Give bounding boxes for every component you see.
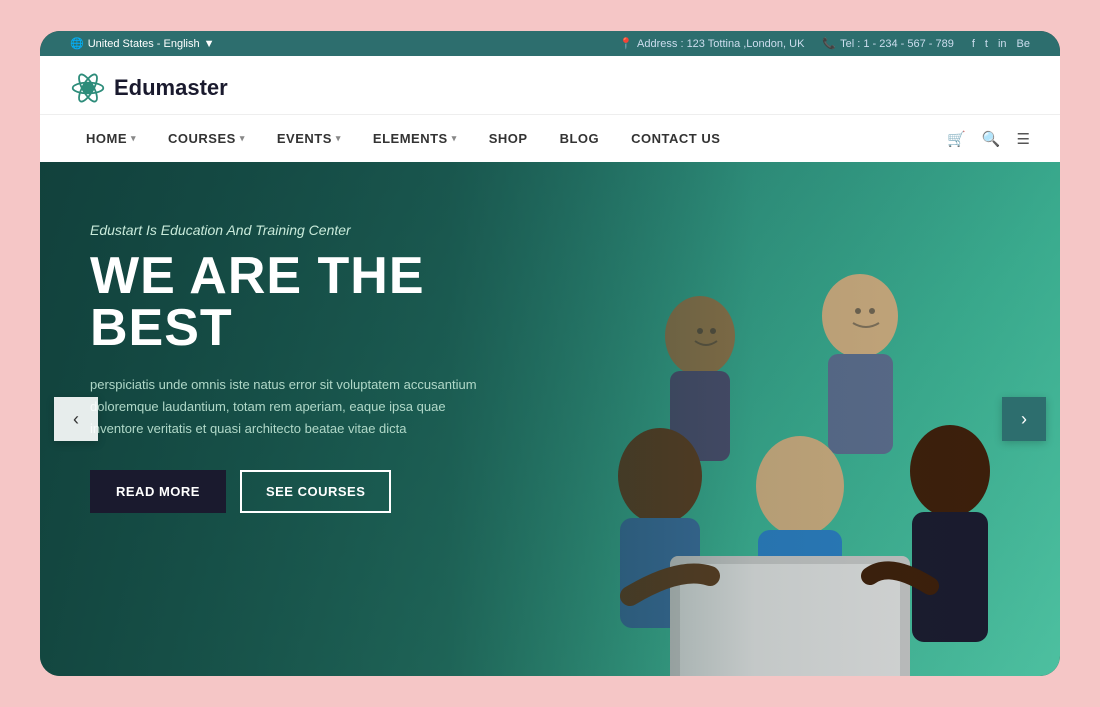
hero-title: WE ARE THE BEST: [90, 250, 550, 354]
facebook-icon[interactable]: f: [972, 38, 975, 50]
search-icon[interactable]: 🔍: [982, 130, 1001, 148]
slider-next-button[interactable]: ›: [1002, 397, 1046, 441]
language-label: United States - English: [88, 38, 200, 50]
header: Edumaster HOME ▾ COURSES ▾ EVENTS: [40, 56, 1060, 162]
chevron-right-icon: ›: [1021, 409, 1027, 430]
menu-icon[interactable]: ☰: [1017, 130, 1030, 148]
events-arrow: ▾: [336, 133, 341, 144]
nav-item-courses[interactable]: COURSES ▾: [152, 115, 261, 162]
top-bar-left: 🌐 United States - English ▼: [70, 37, 214, 50]
nav-item-events[interactable]: EVENTS ▾: [261, 115, 357, 162]
hero-subtitle: Edustart Is Education And Training Cente…: [90, 222, 550, 238]
behance-icon[interactable]: Be: [1017, 38, 1030, 50]
hero-description: perspiciatis unde omnis iste natus error…: [90, 374, 480, 440]
nav-item-contact[interactable]: CONTACT US: [615, 115, 736, 162]
phone-info: 📞 Tel : 1 - 234 - 567 - 789: [822, 37, 953, 50]
logo-bar: Edumaster: [40, 56, 1060, 114]
instagram-icon[interactable]: in: [998, 38, 1007, 50]
nav-item-blog[interactable]: BLOG: [544, 115, 616, 162]
nav-bar: HOME ▾ COURSES ▾ EVENTS ▾ ELEMENTS ▾: [40, 114, 1060, 162]
chevron-left-icon: ‹: [73, 409, 79, 430]
website: 🌐 United States - English ▼ 📍 Address : …: [40, 31, 1060, 676]
cart-icon[interactable]: 🛒: [947, 130, 966, 148]
home-arrow: ▾: [131, 133, 136, 144]
language-selector[interactable]: 🌐 United States - English ▼: [70, 37, 214, 50]
top-bar-info: 📍 Address : 123 Tottina ,London, UK 📞 Te…: [619, 37, 1030, 50]
logo-icon: [70, 70, 106, 106]
social-icons: f t in Be: [972, 38, 1030, 50]
address-icon: 📍: [619, 37, 633, 50]
slider-prev-button[interactable]: ‹: [54, 397, 98, 441]
see-courses-button[interactable]: SEE COURSES: [240, 470, 391, 513]
nav-icons: 🛒 🔍 ☰: [947, 130, 1030, 148]
address-text: Address : 123 Tottina ,London, UK: [637, 38, 804, 50]
globe-icon: 🌐: [70, 37, 84, 50]
logo[interactable]: Edumaster: [70, 56, 228, 114]
phone-icon: 📞: [822, 37, 836, 50]
hero-buttons: READ MORE SEE COURSES: [90, 470, 550, 513]
read-more-button[interactable]: READ MORE: [90, 470, 226, 513]
twitter-icon[interactable]: t: [985, 38, 988, 50]
courses-arrow: ▾: [240, 133, 245, 144]
nav-item-shop[interactable]: SHOP: [473, 115, 544, 162]
hero-content: Edustart Is Education And Training Cente…: [40, 162, 600, 573]
nav-item-elements[interactable]: ELEMENTS ▾: [357, 115, 473, 162]
top-bar: 🌐 United States - English ▼ 📍 Address : …: [40, 31, 1060, 56]
browser-frame: 🌐 United States - English ▼ 📍 Address : …: [40, 31, 1060, 676]
elements-arrow: ▾: [452, 133, 457, 144]
language-arrow: ▼: [204, 38, 215, 50]
nav-item-home[interactable]: HOME ▾: [70, 115, 152, 162]
nav-links: HOME ▾ COURSES ▾ EVENTS ▾ ELEMENTS ▾: [70, 115, 736, 162]
address-info: 📍 Address : 123 Tottina ,London, UK: [619, 37, 804, 50]
phone-text: Tel : 1 - 234 - 567 - 789: [840, 38, 954, 50]
hero-section: Edustart Is Education And Training Cente…: [40, 162, 1060, 676]
logo-text: Edumaster: [114, 75, 228, 101]
